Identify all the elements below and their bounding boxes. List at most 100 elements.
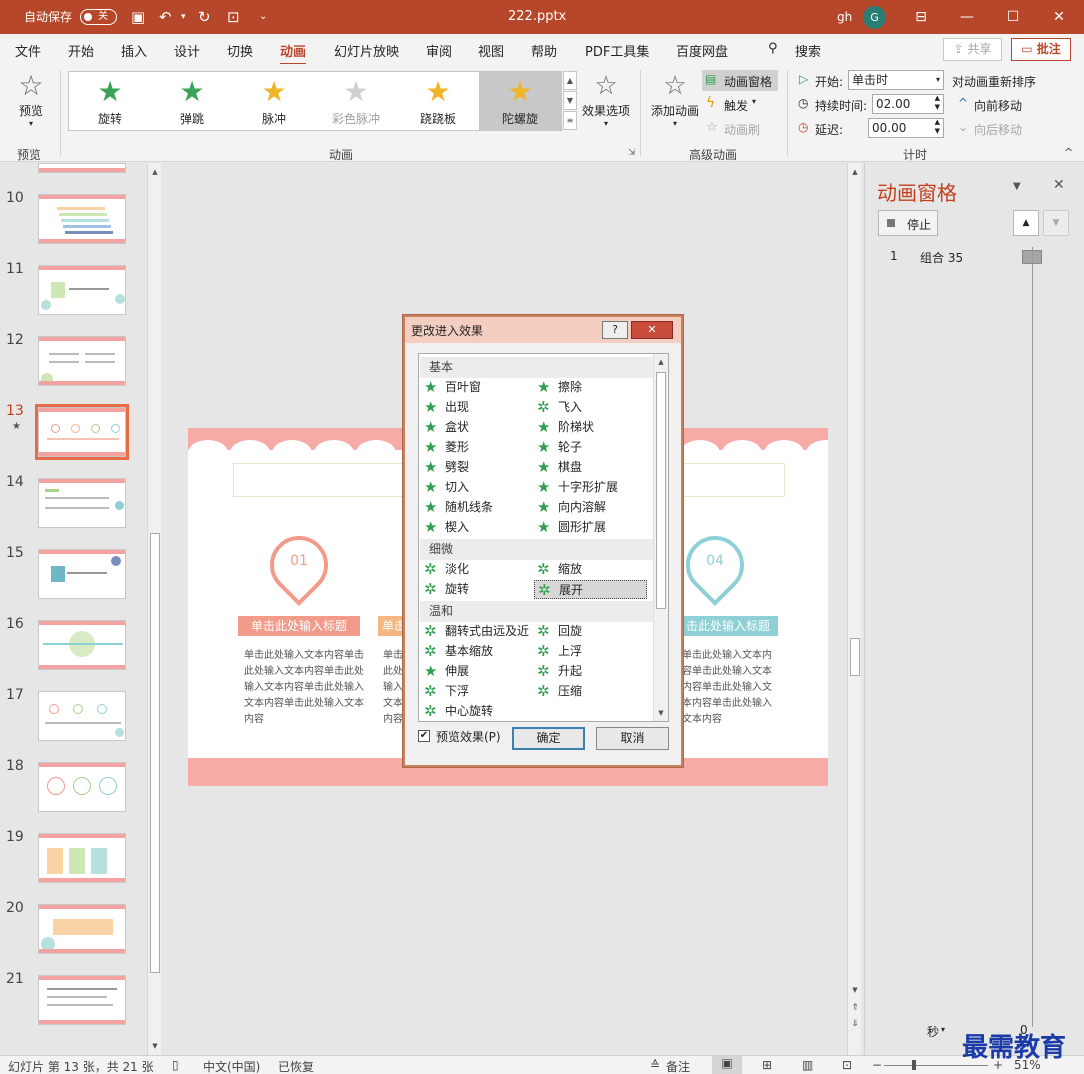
scroll-up-icon[interactable]: ▲	[848, 165, 862, 179]
slide-thumbnail-20[interactable]	[38, 904, 126, 954]
slide-thumbnail-14[interactable]	[38, 478, 126, 528]
gallery-item-spin[interactable]: ★ 旋转	[69, 72, 151, 130]
close-icon[interactable]: ✕	[1036, 0, 1082, 34]
slide-body-text-4[interactable]: 单击此处输入文本内容单击此处输入文本内容单击此处输入文本内容单击此处输入文本内容	[682, 648, 778, 728]
effect-float-up[interactable]: ✲ 上浮	[534, 642, 582, 661]
tab-slideshow[interactable]: 幻灯片放映	[334, 41, 399, 60]
scroll-up-icon[interactable]: ▲	[148, 165, 162, 179]
effect-wedge[interactable]: ★ 楔入	[421, 518, 469, 537]
effect-zoom[interactable]: ✲ 缩放	[534, 560, 582, 579]
tab-transitions[interactable]: 切换	[227, 41, 253, 60]
slide-thumbnail-15[interactable]	[38, 549, 126, 599]
search-label[interactable]: 搜索	[795, 41, 821, 60]
effect-fly-in[interactable]: ✲ 飞入	[534, 398, 582, 417]
zoom-slider[interactable]	[884, 1060, 988, 1070]
notes-icon[interactable]: ≙	[650, 1058, 660, 1072]
effect-split[interactable]: ★ 劈裂	[421, 458, 469, 477]
effect-basic-zoom[interactable]: ✲ 基本缩放	[421, 642, 493, 661]
effect-dissolve-in[interactable]: ★ 向内溶解	[534, 498, 606, 517]
undo-icon[interactable]: ↶	[159, 9, 172, 25]
avatar[interactable]: G	[863, 6, 886, 29]
effect-diamond[interactable]: ★ 菱形	[421, 438, 469, 457]
cancel-button[interactable]: 取消	[596, 727, 669, 750]
effect-circle[interactable]: ★ 圆形扩展	[534, 518, 606, 537]
effect-float-down[interactable]: ✲ 下浮	[421, 682, 469, 701]
help-button[interactable]: ?	[602, 321, 628, 339]
language-indicator[interactable]: 中文(中国)	[203, 1058, 260, 1074]
pane-close-icon[interactable]: ✕	[1053, 177, 1065, 193]
stop-button[interactable]: 停止	[878, 210, 938, 236]
slide-thumbnail-11[interactable]	[38, 265, 126, 315]
collapse-ribbon-icon[interactable]: ^	[1064, 146, 1073, 159]
slideshow-icon[interactable]: ⊡	[842, 1058, 852, 1072]
ribbon-display-icon[interactable]: ⊟	[898, 0, 944, 34]
effect-strips[interactable]: ★ 阶梯状	[534, 418, 594, 437]
slide-sorter-icon[interactable]: ⊞	[762, 1058, 772, 1072]
preview-button[interactable]: ☆ 预览 ▾	[10, 70, 52, 138]
slide-thumbnail-12[interactable]	[38, 336, 126, 386]
preview-effect-label[interactable]: 预览效果(P)	[436, 728, 501, 745]
notes-button[interactable]: 备注	[666, 1058, 690, 1074]
tab-design[interactable]: 设计	[174, 41, 200, 60]
effect-box[interactable]: ★ 盒状	[421, 418, 469, 437]
effect-wheel[interactable]: ★ 轮子	[534, 438, 582, 457]
effect-center-revolve[interactable]: ✲ 中心旋转	[421, 702, 493, 721]
ok-button[interactable]: 确定	[512, 727, 585, 750]
close-button[interactable]: ✕	[631, 321, 673, 339]
trigger-button[interactable]: 触发	[724, 97, 748, 114]
autosave-toggle[interactable]: 关	[80, 9, 117, 25]
slide-thumbnail-9[interactable]	[38, 163, 126, 173]
move-up-button[interactable]: ▲	[1013, 210, 1039, 236]
pane-options-icon[interactable]: ▼	[1013, 181, 1021, 192]
effect-stretch[interactable]: ★ 伸展	[421, 662, 469, 681]
effect-appear[interactable]: ★ 出现	[421, 398, 469, 417]
delay-input[interactable]: 00.00 ▲ ▼	[868, 118, 944, 138]
scroll-down-icon[interactable]: ▼	[848, 983, 862, 997]
previous-slide-icon[interactable]: ⇑	[848, 1001, 862, 1015]
share-button[interactable]: ⇪ 共享	[943, 38, 1002, 61]
duration-input[interactable]: 02.00 ▲ ▼	[872, 94, 944, 114]
maximize-icon[interactable]: ☐	[990, 0, 1036, 34]
user-name[interactable]: gh	[837, 0, 852, 34]
slide-body-text-3[interactable]: 单击此处输入文本内容单击此处输入文本内容单击此处输入文本内容单击此处输入文本内容	[383, 648, 405, 728]
effect-peek-in[interactable]: ★ 切入	[421, 478, 469, 497]
minimize-icon[interactable]: —	[944, 0, 990, 34]
gallery-scroll-up[interactable]: ▲	[563, 71, 577, 90]
gallery-item-spinner[interactable]: ★ 陀螺旋	[479, 72, 561, 130]
tab-insert[interactable]: 插入	[121, 41, 147, 60]
trigger-dropdown-icon[interactable]: ▾	[752, 97, 756, 106]
slide-thumbnail-21[interactable]	[38, 975, 126, 1025]
reading-view-icon[interactable]: ▥	[802, 1058, 813, 1072]
undo-dropdown-icon[interactable]: ▾	[181, 9, 186, 25]
effect-list-scrollbar[interactable]: ▲ ▼	[653, 354, 668, 721]
start-select[interactable]: 单击时 ▾	[848, 70, 944, 90]
tab-review[interactable]: 审阅	[426, 41, 452, 60]
effect-fade[interactable]: ✲ 淡化	[421, 560, 469, 579]
customize-qat-icon[interactable]: ⌄	[259, 9, 267, 25]
move-earlier-button[interactable]: 向前移动	[974, 97, 1022, 114]
scroll-down-icon[interactable]: ▼	[654, 706, 668, 720]
tab-file[interactable]: 文件	[15, 41, 41, 60]
comment-button[interactable]: ▭ 批注	[1011, 38, 1071, 61]
presentation-icon[interactable]: ⊡	[227, 9, 240, 25]
animation-item[interactable]: 1 组合 35	[878, 247, 1072, 267]
gallery-item-teeter[interactable]: ★ 跷跷板	[397, 72, 479, 130]
normal-view-icon[interactable]: ▣	[712, 1056, 742, 1074]
effect-blinds[interactable]: ★ 百叶窗	[421, 378, 481, 397]
gallery-scroll-down[interactable]: ▼	[563, 91, 577, 110]
thumbnails-scrollbar[interactable]: ▲ ▼	[147, 163, 161, 1055]
zoom-slider-thumb[interactable]	[912, 1060, 916, 1070]
tab-baidu-netdisk[interactable]: 百度网盘	[676, 41, 728, 60]
search-icon[interactable]: ⚲	[768, 41, 778, 56]
slide-header-4[interactable]: 击此处输入标题	[678, 616, 778, 636]
add-animation-button[interactable]: ☆ 添加动画 ▾	[648, 70, 702, 138]
animation-pane-button[interactable]: ▤ 动画窗格	[702, 70, 778, 91]
effect-wipe[interactable]: ★ 擦除	[534, 378, 582, 397]
tab-view[interactable]: 视图	[478, 41, 504, 60]
gallery-item-bounce[interactable]: ★ 弹跳	[151, 72, 233, 130]
save-icon[interactable]: ▣	[131, 9, 145, 25]
gallery-more-icon[interactable]: ≡	[563, 111, 577, 130]
effect-boomerang[interactable]: ✲ 回旋	[534, 622, 582, 641]
seconds-label[interactable]: 秒	[927, 1023, 939, 1040]
slide-body-text-1[interactable]: 单击此处输入文本内容单击此处输入文本内容单击此处输入文本内容单击此处输入文本内容…	[244, 648, 366, 728]
